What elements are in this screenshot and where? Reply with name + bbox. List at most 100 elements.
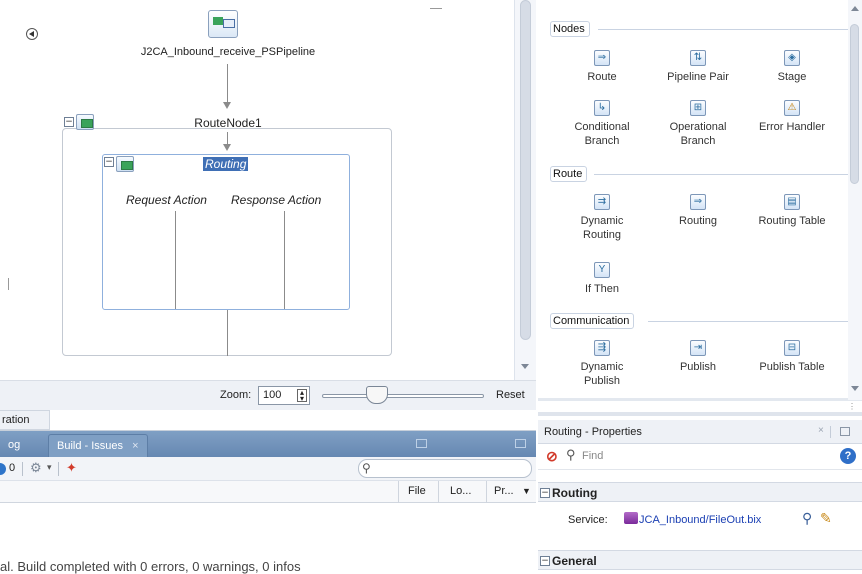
palette-item-conditional-branch[interactable]: ↳ Conditional Branch [552, 100, 652, 148]
section-collapse-icon[interactable]: − [540, 556, 550, 566]
canvas-vertical-scrollbar[interactable] [514, 0, 536, 380]
palette-item-operational-branch[interactable]: ⊞ Operational Branch [648, 100, 748, 148]
routing-section-title: Routing [552, 486, 598, 500]
tab-log[interactable]: og [0, 434, 28, 457]
zoom-spinner[interactable]: 100 ▴ ▾ [258, 386, 310, 405]
palette-item-stage[interactable]: ◈ Stage [742, 50, 842, 84]
palette-item-label: Dynamic Routing [580, 215, 624, 241]
help-icon[interactable]: ? [840, 448, 856, 464]
section-collapse-icon[interactable]: − [540, 488, 550, 498]
service-value-link[interactable]: JCA_Inbound/FileOut.bix [639, 514, 761, 526]
palette-item-routing-table[interactable]: ▤ Routing Table [742, 194, 842, 228]
spinner-arrows-icon[interactable]: ▴ ▾ [297, 389, 307, 403]
scroll-down-icon[interactable] [851, 386, 859, 391]
scroll-thumb[interactable] [850, 24, 859, 184]
palette-item-label: Route [587, 71, 617, 83]
palette-item-publish-table[interactable]: ⊟ Publish Table [742, 340, 842, 374]
service-field-label: Service: [568, 514, 608, 526]
palette-item-dynamic-routing[interactable]: ⇉ Dynamic Routing [552, 194, 652, 242]
splitter-grip-icon[interactable]: ⋮ [848, 402, 856, 411]
pin-icon[interactable]: ✦ [66, 460, 77, 476]
palette-item-routing[interactable]: ⇒ Routing [648, 194, 748, 228]
palette-item-label: Publish Table [759, 361, 825, 373]
palette-item-label: Conditional Branch [574, 121, 630, 147]
palette-item-publish[interactable]: ⇥ Publish [648, 340, 748, 374]
maximize-icon[interactable] [840, 427, 850, 436]
connector-line [227, 64, 228, 102]
issues-column-header: File Lo... Pr... ▼ [0, 481, 536, 503]
close-icon[interactable]: × [818, 425, 824, 436]
issues-search-input[interactable]: ⚲ [358, 459, 532, 478]
route-node-label: RouteNode1 [194, 116, 262, 130]
connector-line [227, 310, 228, 356]
tab-close-icon[interactable]: × [132, 440, 138, 452]
maximize-icon[interactable] [515, 439, 526, 448]
clear-filter-icon[interactable]: ⊘ [546, 448, 558, 465]
palette-item-route[interactable]: ⇒ Route [552, 50, 652, 84]
category-communication[interactable]: Communication [550, 313, 635, 329]
column-dropdown-icon[interactable]: ▼ [522, 486, 531, 496]
routing-box[interactable] [102, 154, 350, 310]
route-icon: ⇒ [594, 50, 610, 66]
column-location[interactable]: Lo... [450, 485, 471, 497]
zoom-value: 100 [263, 389, 282, 401]
find-input[interactable]: Find [582, 450, 802, 462]
zoom-slider-knob[interactable] [366, 386, 388, 404]
general-section-header[interactable]: − General [538, 550, 862, 570]
column-separator[interactable] [486, 481, 487, 503]
connector-arrow [223, 144, 231, 151]
scroll-down-icon[interactable] [521, 364, 529, 369]
zoom-slider-track[interactable] [322, 394, 484, 398]
response-action-label[interactable]: Response Action [231, 193, 321, 207]
proxy-service-icon[interactable] [208, 10, 238, 38]
wrench-icon[interactable]: ⚙ [30, 460, 42, 476]
reset-button[interactable]: Reset [496, 389, 525, 401]
palette-vertical-scrollbar[interactable] [848, 0, 862, 400]
build-issues-panel: og Build - Issues × 0 ⚙ ▾ ✦ ⚲ File Lo...… [0, 430, 536, 574]
palette-item-label: Publish [679, 361, 717, 373]
column-separator[interactable] [438, 481, 439, 503]
palette-item-pipeline-pair[interactable]: ⇅ Pipeline Pair [648, 50, 748, 84]
palette-item-label: Routing Table [758, 215, 826, 227]
build-status-text: al. Build completed with 0 errors, 0 war… [0, 559, 301, 574]
tab-build-issues[interactable]: Build - Issues × [48, 434, 148, 457]
request-action-label[interactable]: Request Action [126, 193, 207, 207]
category-route[interactable]: Route [550, 166, 588, 182]
publish-icon: ⇥ [690, 340, 706, 356]
palette-item-label: If Then [584, 283, 620, 295]
pipeline-canvas[interactable]: J2CA_Inbound_receive_PSPipeline − RouteN… [0, 0, 536, 380]
minimize-icon[interactable] [416, 439, 427, 448]
palette-item-dynamic-publish[interactable]: ⇶ Dynamic Publish [552, 340, 652, 388]
palette-item-if-then[interactable]: Y If Then [552, 262, 652, 296]
toolbar-separator [830, 426, 831, 438]
routing-collapse-icon[interactable]: − [104, 157, 114, 167]
if-then-icon: Y [594, 262, 610, 278]
palette-item-label: Stage [777, 71, 807, 83]
column-file[interactable]: File [408, 485, 426, 497]
collapse-toggle-icon[interactable] [26, 28, 38, 40]
partial-tab-label[interactable]: ration [0, 410, 50, 430]
routing-icon: ⇒ [690, 194, 706, 210]
dropdown-arrow-icon[interactable]: ▾ [47, 462, 52, 473]
scroll-up-icon[interactable] [851, 6, 859, 11]
browse-icon[interactable]: ⚲ [802, 510, 812, 527]
scroll-thumb[interactable] [520, 0, 531, 340]
route-node-collapse-icon[interactable]: − [64, 117, 74, 127]
general-section-title: General [552, 554, 597, 568]
edit-icon[interactable]: ✎ [820, 510, 832, 527]
routing-section-header[interactable]: − Routing [538, 482, 862, 502]
toolbar-separator [58, 462, 59, 476]
properties-title: Routing - Properties [544, 426, 642, 438]
routing-table-icon: ▤ [784, 194, 800, 210]
find-icon: ⚲ [566, 447, 576, 462]
column-separator[interactable] [398, 481, 399, 503]
category-rule [598, 29, 850, 30]
category-nodes[interactable]: Nodes [550, 21, 590, 37]
category-rule [648, 321, 850, 322]
routing-label[interactable]: Routing [203, 157, 249, 171]
column-priority[interactable]: Pr... [494, 485, 514, 497]
service-type-icon [624, 512, 638, 524]
palette-bottom-rule [538, 398, 862, 401]
palette-item-error-handler[interactable]: ⚠ Error Handler [742, 100, 842, 134]
palette-item-label: Routing [679, 215, 717, 227]
